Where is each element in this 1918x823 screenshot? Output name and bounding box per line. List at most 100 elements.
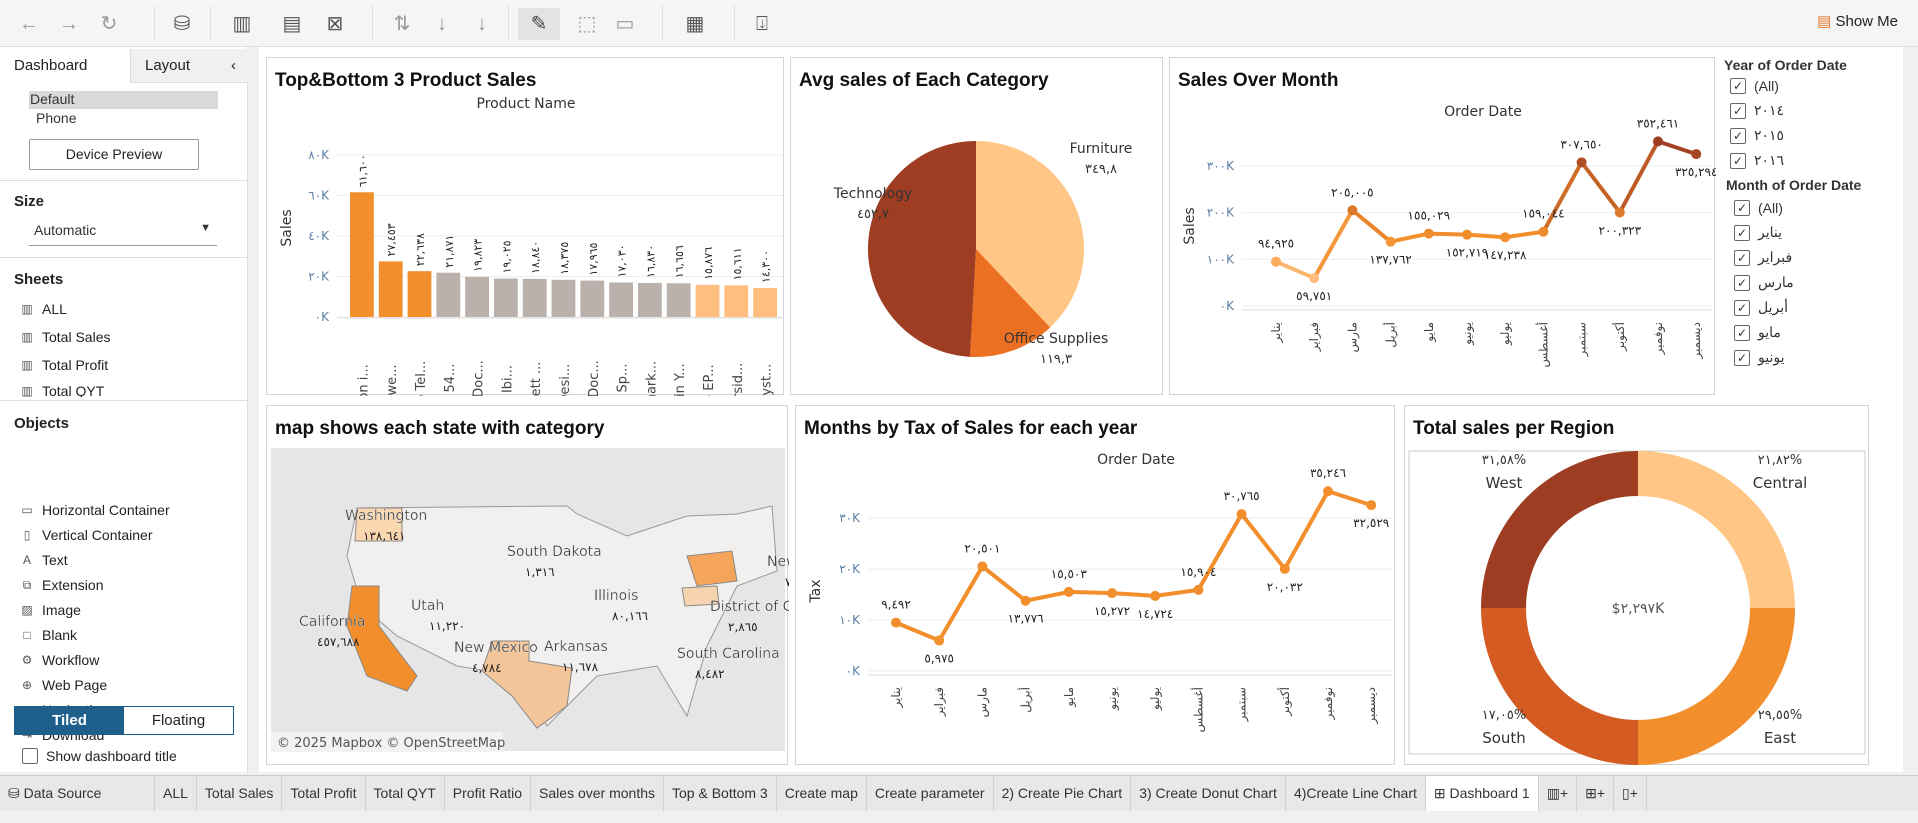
sheet-item[interactable]: ▥ Total Profit	[20, 357, 108, 373]
x-tick-label: ديسمبر	[1364, 687, 1379, 725]
data-label: ١٥,٥٠٣	[1051, 567, 1088, 581]
sheet-item[interactable]: ▥ Total Sales	[20, 329, 110, 345]
sheet-item[interactable]: ▥ ALL	[20, 301, 67, 317]
show-dashboard-title-checkbox[interactable]: Show dashboard title	[22, 748, 177, 764]
sheet-tab[interactable]: Total Profit	[282, 776, 366, 811]
tiled-button[interactable]: Tiled	[15, 707, 124, 734]
line-segment	[1618, 140, 1660, 214]
sheet-tab[interactable]: 3) Create Donut Chart	[1131, 776, 1286, 811]
highlight-icon[interactable]: ✎	[518, 8, 560, 40]
new-worksheet-icon[interactable]: ▥	[225, 8, 259, 40]
data-point	[1691, 149, 1702, 160]
year-filter-option[interactable]: ✓ ٢٠١٥	[1730, 123, 1903, 148]
year-filter-option[interactable]: ✓ ٢٠١٤	[1730, 98, 1903, 123]
data-label: ١٥٥,٠٢٩	[1408, 209, 1451, 223]
object-item[interactable]: ⊕ Web Page	[20, 677, 107, 693]
show-cards-icon[interactable]: ▦	[678, 8, 712, 40]
bar	[695, 284, 720, 317]
slice-label: Central	[1753, 474, 1808, 492]
object-item[interactable]: ▯ Vertical Container	[20, 527, 153, 543]
month-filter-option[interactable]: ✓ فبراير	[1734, 245, 1903, 270]
annotate-icon[interactable]: ⬚	[570, 8, 604, 40]
clear-sheet-icon[interactable]: ⊠	[318, 8, 352, 40]
show-me-button[interactable]: ▤ Show Me	[1817, 12, 1898, 30]
sheet-tab[interactable]: Top & Bottom 3	[664, 776, 777, 811]
object-item[interactable]: ▭ Horizontal Container	[20, 502, 169, 518]
state-label: California	[299, 614, 365, 630]
collapse-icon[interactable]: ‹	[231, 49, 236, 83]
filters-panel: Year of Order Date ✓ (All) ✓ ٢٠١٤ ✓ ٢٠١٥ ✓ ٢٠١٦…	[1722, 55, 1903, 395]
sheet-tab[interactable]: ⊞ Dashboard 1	[1425, 776, 1539, 811]
back-icon[interactable]: ←	[12, 8, 46, 40]
swap-icon[interactable]: ⇅	[385, 8, 419, 40]
x-tick-label: مارس	[1345, 322, 1360, 353]
sheet-tab[interactable]: Sales over months	[531, 776, 664, 811]
data-label: ٢٠,٠٣٢	[1267, 580, 1303, 594]
object-icon: A	[22, 553, 31, 567]
x-tick-label: Lexmark...	[644, 361, 659, 396]
month-filter-option[interactable]: ✓ مايو	[1734, 320, 1903, 345]
month-filter-option[interactable]: ✓ مارس	[1734, 270, 1903, 295]
slice-label: Technology	[833, 186, 912, 202]
year-filter-option[interactable]: ✓ ٢٠١٦	[1730, 148, 1903, 173]
sheet-tabs-bar: ⛁ Data Source ALL Total Sales Total Profit T…	[0, 775, 1918, 811]
size-dropdown[interactable]: Automatic ▼	[29, 222, 217, 246]
tab-layout[interactable]: Layout ‹	[130, 49, 248, 83]
avg-sales-category-panel: Avg sales of Each Category Furniture ٣٤٩,…	[790, 57, 1163, 395]
new-worksheet-tab[interactable]: ▥+	[1539, 776, 1578, 811]
new-story-tab[interactable]: ▯+	[1614, 776, 1647, 811]
month-filter-option[interactable]: ✓ يونيو	[1734, 345, 1903, 370]
presentation-icon[interactable]: ⍗	[745, 8, 779, 40]
state-label: New Hampsh	[767, 554, 789, 570]
line-segment	[981, 564, 1027, 603]
x-tick-label: Riversid...	[731, 363, 746, 396]
sort-ascending-icon[interactable]: ↓	[425, 8, 459, 40]
redo-icon[interactable]: ↻	[92, 8, 126, 40]
sheet-tab[interactable]: Total Sales	[197, 776, 283, 811]
fit-icon[interactable]: ▭	[608, 8, 642, 40]
slice-label: East	[1764, 729, 1796, 747]
new-data-source-icon[interactable]: ⛁	[165, 8, 199, 40]
object-item[interactable]: A Text	[20, 552, 68, 568]
sheet-tab[interactable]: ⛁ Data Source	[0, 776, 155, 811]
duplicate-sheet-icon[interactable]: ▤	[275, 8, 309, 40]
device-preview-button[interactable]: Device Preview	[29, 139, 199, 170]
tab-dashboard[interactable]: Dashboard	[0, 49, 130, 83]
object-item[interactable]: □ Blank	[20, 627, 77, 643]
x-tick-label: أبريل	[1383, 322, 1399, 348]
object-item[interactable]: ▨ Image	[20, 602, 81, 618]
sheet-tab[interactable]: Create map	[777, 776, 867, 811]
data-point	[1423, 228, 1434, 239]
month-filter-option[interactable]: ✓ (All)	[1734, 195, 1903, 220]
month-filter-option[interactable]: ✓ يناير	[1734, 220, 1903, 245]
new-dashboard-tab[interactable]: ⊞+	[1577, 776, 1614, 811]
data-point	[934, 635, 945, 646]
data-point	[1538, 226, 1549, 237]
state-map[interactable]: Washington ١٣٨,٦٤١ South Dakota ١,٣١٦ New Ha…	[267, 406, 789, 766]
month-filter-option[interactable]: ✓ أبريل	[1734, 295, 1903, 320]
bar	[522, 278, 547, 317]
sort-descending-icon[interactable]: ↓	[465, 8, 499, 40]
x-tick-label: أغسطس	[1190, 687, 1206, 732]
device-default[interactable]: Default	[29, 91, 218, 109]
sheet-tab[interactable]: 2) Create Pie Chart	[994, 776, 1132, 811]
year-filter-option[interactable]: ✓ (All)	[1730, 73, 1903, 98]
bar	[551, 279, 576, 317]
line-segment	[1312, 209, 1355, 280]
y-tick-label: ٠K	[1220, 299, 1235, 313]
sheet-tab[interactable]: Create parameter	[867, 776, 994, 811]
forward-icon[interactable]: →	[52, 8, 86, 40]
sheet-item[interactable]: ▥ Total QYT	[20, 385, 104, 397]
x-tick-label: مايو	[1062, 687, 1077, 708]
sheet-icon: ▥	[21, 330, 33, 344]
sheet-tab[interactable]: Profit Ratio	[445, 776, 532, 811]
object-item[interactable]: ⚙ Workflow	[20, 652, 100, 668]
sheet-tab[interactable]: 4)Create Line Chart	[1286, 776, 1426, 811]
sheet-tab[interactable]: Total QYT	[366, 776, 445, 811]
bar-value-label: ٢٧,٤٥٣	[385, 223, 398, 256]
bar-value-label: ٢١,٨٧١	[443, 235, 456, 268]
floating-button[interactable]: Floating	[124, 707, 233, 734]
sheet-tab[interactable]: ALL	[155, 776, 197, 811]
device-phone[interactable]: Phone	[36, 110, 76, 126]
object-item[interactable]: ⧉ Extension	[20, 577, 104, 593]
